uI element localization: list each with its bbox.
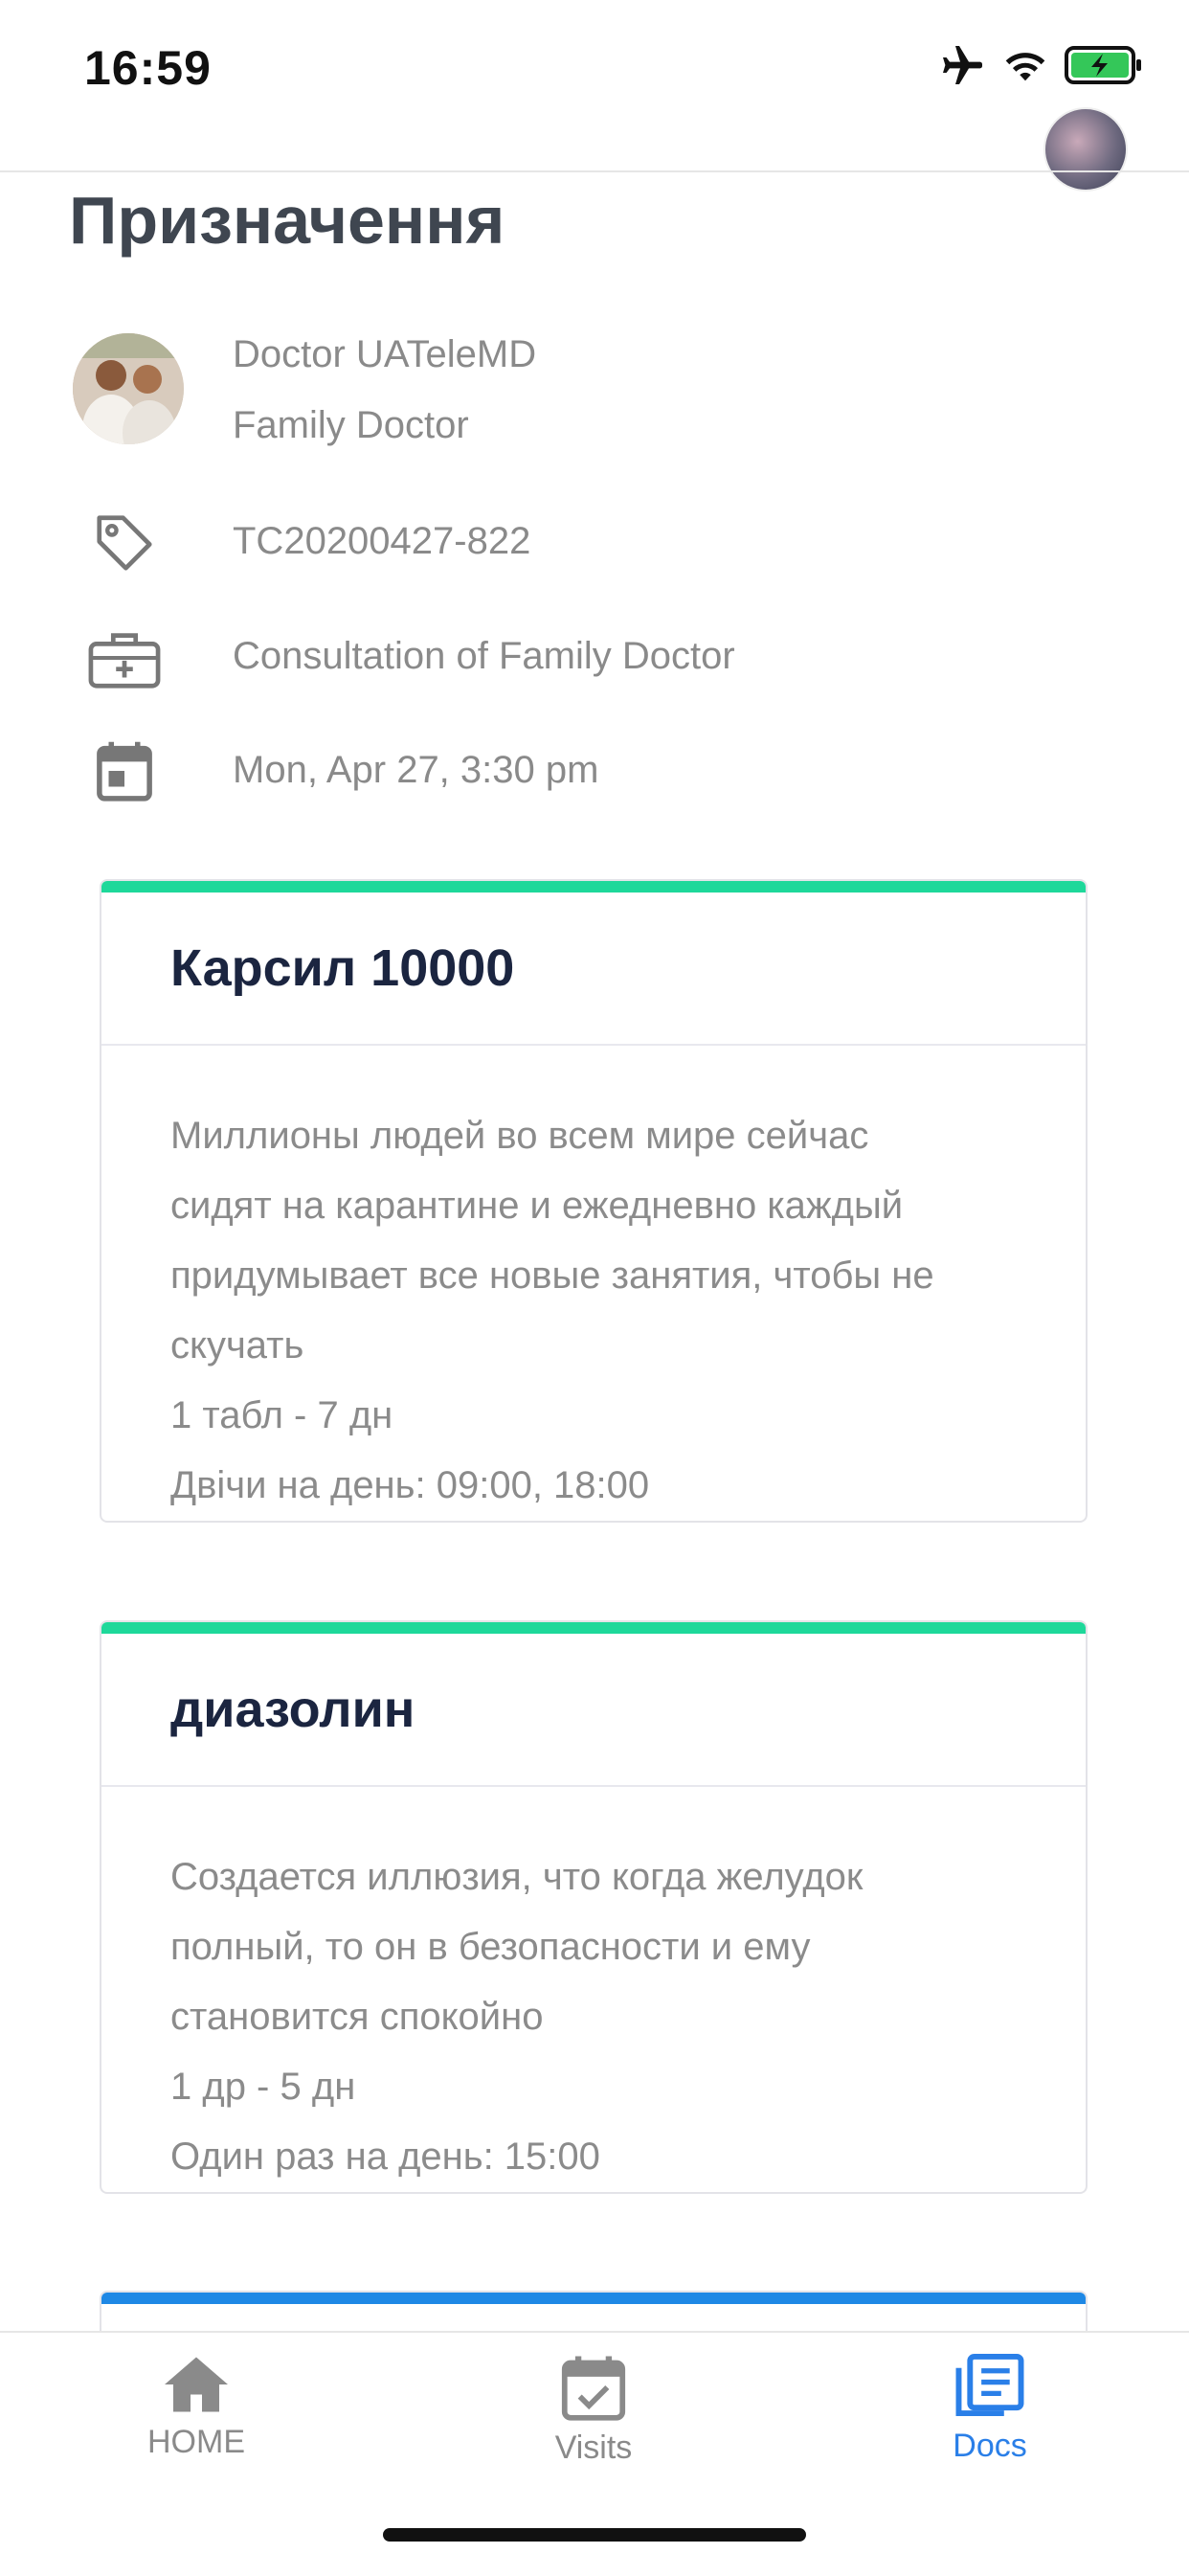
description-line: скучать <box>170 1324 304 1367</box>
description-line: сидят на карантине и ежедневно каждый <box>170 1185 904 1227</box>
dosage: 1 табл - 7 дн <box>170 1394 393 1436</box>
description-line: полный, то он в безопасности и ему <box>170 1926 811 1968</box>
home-indicator[interactable] <box>383 2528 806 2542</box>
docs-icon <box>955 2354 1024 2417</box>
description-line: Создается иллюзия, что когда желудок <box>170 1856 864 1898</box>
card-accent <box>101 1622 1086 1634</box>
prescription-body: Создается иллюзия, что когда желудок пол… <box>101 1787 1086 2192</box>
prescription-card[interactable]: Карсил 10000 Миллионы людей во всем мире… <box>100 879 1088 1523</box>
description-line: становится спокойно <box>170 1996 544 2038</box>
doctor-avatar <box>73 333 184 444</box>
appointment-code: TC20200427-822 <box>233 520 531 562</box>
tab-home[interactable]: HOME <box>101 2354 292 2461</box>
prescription-card[interactable]: диазолин Создается иллюзия, что когда же… <box>100 1620 1088 2194</box>
schedule: Двічи на день: 09:00, 18:00 <box>170 1464 650 1506</box>
home-icon <box>165 2357 228 2412</box>
calendar-check-icon <box>561 2356 626 2421</box>
card-accent <box>101 2293 1086 2304</box>
tag-icon <box>84 503 165 583</box>
service-name: Consultation of Family Doctor <box>233 635 735 677</box>
status-time: 16:59 <box>84 41 212 95</box>
doctor-role: Family Doctor <box>233 404 469 446</box>
tab-docs[interactable]: Docs <box>894 2354 1086 2465</box>
user-avatar[interactable] <box>1043 107 1128 192</box>
card-accent <box>101 881 1086 893</box>
appointment-datetime: Mon, Apr 27, 3:30 pm <box>233 749 599 791</box>
schedule: Один раз на день: 15:00 <box>170 2135 600 2178</box>
calendar-icon <box>84 731 165 811</box>
status-bar: 16:59 <box>0 0 1189 134</box>
medical-kit-icon <box>84 618 165 698</box>
description-line: придумывает все новые занятия, чтобы не <box>170 1254 934 1297</box>
prescription-body: Миллионы людей во всем мире сейчас сидят… <box>101 1046 1086 1521</box>
tab-visits[interactable]: Visits <box>498 2354 689 2467</box>
page-title: Призначення <box>69 183 505 258</box>
prescription-title: Карсил 10000 <box>101 893 1086 1046</box>
tab-label: HOME <box>147 2424 245 2460</box>
description-line: Миллионы людей во всем мире сейчас <box>170 1115 869 1157</box>
battery-charging-icon <box>1065 46 1141 84</box>
wifi-icon <box>1005 53 1045 81</box>
doctor-name: Doctor UATeleMD <box>233 333 537 375</box>
dosage: 1 др - 5 дн <box>170 2066 356 2108</box>
prescription-title: диазолин <box>101 1634 1086 1787</box>
tab-label: Docs <box>953 2428 1027 2464</box>
airplane-icon <box>943 46 982 84</box>
header-divider <box>0 170 1189 172</box>
tab-label: Visits <box>554 2429 633 2466</box>
status-icons <box>940 46 1143 84</box>
